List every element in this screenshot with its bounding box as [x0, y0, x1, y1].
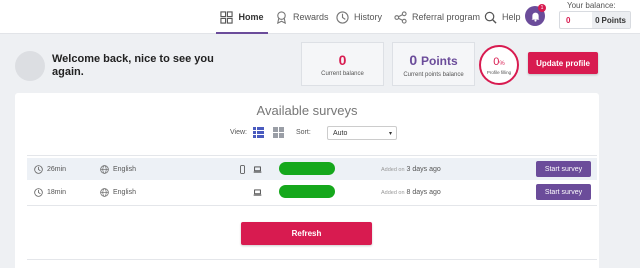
survey-duration: 18min	[47, 188, 67, 196]
survey-row: 18min English Added on 8 days ago Start …	[27, 181, 597, 203]
nav-home[interactable]: Home	[216, 0, 268, 34]
view-label: View:	[230, 129, 247, 136]
divider	[27, 259, 597, 260]
balance-label: Your balance:	[567, 1, 616, 10]
medal-icon	[277, 10, 286, 24]
notification-badge: 1	[538, 4, 546, 12]
reward-bar	[279, 162, 335, 175]
balance-money: 0	[566, 15, 571, 25]
divider	[27, 205, 597, 206]
survey-language: English	[113, 188, 136, 196]
divider	[27, 155, 597, 156]
nav-referral-label: Referral program	[412, 12, 481, 22]
avatar	[15, 51, 45, 81]
list-view-icon[interactable]	[253, 127, 264, 138]
notifications-button[interactable]: 1	[525, 4, 546, 26]
survey-added-date: 8 days ago	[406, 188, 441, 196]
nav-history[interactable]: History	[336, 0, 382, 34]
sort-select[interactable]: Auto ▾	[327, 126, 397, 140]
current-balance-value: 0	[338, 52, 347, 68]
nav-rewards-label: Rewards	[293, 12, 329, 22]
share-icon	[394, 10, 407, 24]
added-on-label: Added on	[381, 166, 405, 173]
clock-icon	[34, 187, 43, 197]
grid-view-icon[interactable]	[273, 127, 284, 138]
laptop-icon	[253, 165, 262, 173]
welcome-message: Welcome back, nice to see you again.	[52, 53, 214, 78]
globe-icon	[100, 164, 109, 174]
nav-rewards[interactable]: Rewards	[275, 0, 329, 34]
balance-display: 0 0 Points	[559, 11, 631, 29]
nav-help-label: Help	[502, 12, 521, 22]
profile-filling-label: Profile filling	[486, 69, 512, 75]
survey-language: English	[113, 165, 136, 173]
balance-points-value: 0	[595, 15, 600, 25]
refresh-button[interactable]: Refresh	[241, 222, 372, 245]
balance-points: 0 Points	[592, 12, 630, 28]
balance-points-unit: Points	[601, 15, 626, 25]
nav-help[interactable]: Help	[484, 0, 521, 34]
phone-icon	[240, 164, 245, 174]
sort-selected-value: Auto	[333, 129, 348, 137]
nav-home-label: Home	[238, 12, 264, 22]
profile-filling-indicator: 0% Profile filling	[479, 45, 519, 85]
points-balance-unit: Points	[421, 53, 458, 68]
reward-bar	[279, 185, 335, 198]
globe-icon	[100, 187, 109, 197]
grid-icon	[220, 10, 234, 24]
nav-history-label: History	[354, 12, 383, 22]
current-balance-label: Current balance	[321, 71, 364, 77]
points-balance-label: Current points balance	[403, 71, 464, 78]
clock-icon	[336, 10, 349, 24]
sort-label: Sort:	[296, 129, 311, 136]
bell-icon	[531, 12, 539, 22]
points-balance-value: 0	[409, 51, 418, 68]
laptop-icon	[253, 188, 262, 196]
survey-duration: 26min	[47, 165, 67, 173]
top-navigation-bar: Home Rewards History Referral program He…	[0, 0, 640, 34]
chevron-down-icon: ▾	[388, 131, 392, 137]
added-on-label: Added on	[381, 189, 405, 196]
survey-added-date: 3 days ago	[406, 165, 441, 173]
update-profile-button[interactable]: Update profile	[528, 52, 598, 74]
available-surveys-panel: Available surveys View: Sort: Auto ▾ 26m…	[15, 93, 599, 268]
start-survey-button[interactable]: Start survey	[536, 161, 591, 177]
points-balance-card: 0 Points Current points balance	[392, 42, 475, 86]
survey-row: 26min English Added on 3 days ago Start …	[27, 158, 597, 180]
panel-title: Available surveys	[256, 103, 358, 118]
search-icon	[484, 11, 497, 24]
start-survey-button[interactable]: Start survey	[536, 184, 591, 200]
profile-percent-sign: %	[499, 60, 505, 67]
nav-referral-program[interactable]: Referral program	[394, 0, 480, 34]
clock-icon	[34, 164, 43, 174]
current-balance-card: 0 Current balance	[301, 42, 384, 86]
